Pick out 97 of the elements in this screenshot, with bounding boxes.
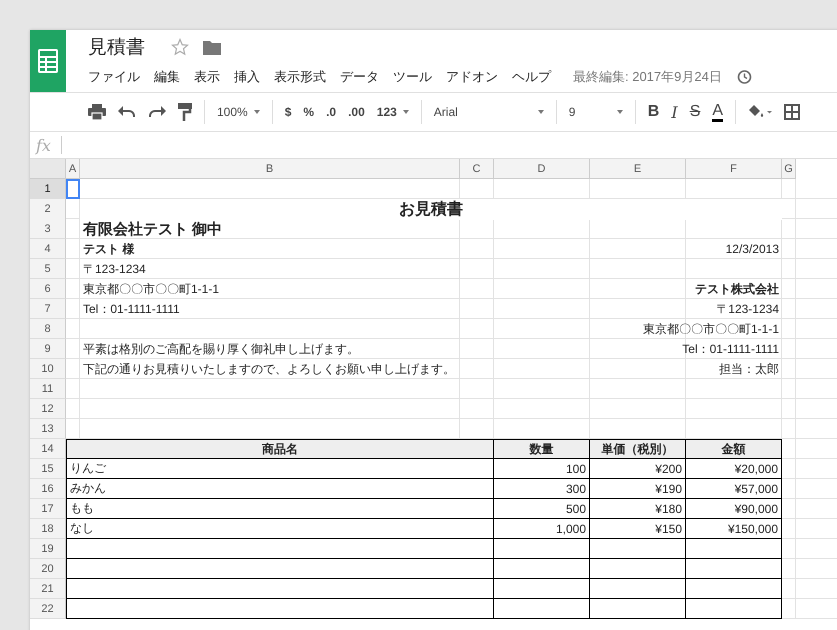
row-header[interactable]: 1 xyxy=(30,179,66,199)
history-icon[interactable] xyxy=(736,69,752,85)
table-cell: 1,000 xyxy=(494,519,590,539)
cell-text: 下記の通りお見積りいたしますので、よろしくお願い申し上げます。 xyxy=(82,360,456,378)
table-cell: ¥150,000 xyxy=(686,519,782,539)
cell-text: 〒123-1234 xyxy=(715,300,780,318)
cell-text: 平素は格別のご高配を賜り厚く御礼申し上げます。 xyxy=(82,340,360,358)
table-cell: みかん xyxy=(66,479,494,499)
redo-icon[interactable] xyxy=(148,106,166,118)
cell-text: 12/3/2013 xyxy=(724,241,780,258)
increase-decimals-button[interactable]: .00 xyxy=(348,105,365,119)
row-header[interactable]: 15 xyxy=(30,459,66,479)
italic-button[interactable]: I xyxy=(671,102,678,122)
row-header[interactable]: 13 xyxy=(30,419,66,439)
fill-color-icon[interactable] xyxy=(748,104,772,120)
table-cell: 100 xyxy=(494,459,590,479)
row-header[interactable]: 2 xyxy=(30,199,66,220)
table-cell: りんご xyxy=(66,459,494,479)
menu-item[interactable]: データ xyxy=(340,68,379,86)
menu-item[interactable]: ツール xyxy=(393,68,432,86)
column-header[interactable]: A xyxy=(66,159,80,179)
row-header[interactable]: 22 xyxy=(30,599,66,619)
menu-item[interactable]: アドオン xyxy=(446,68,498,86)
document-title[interactable]: 見積書 xyxy=(88,34,145,60)
font-dropdown[interactable]: Arial xyxy=(434,105,544,119)
sheet-title: お見積書 xyxy=(80,199,782,220)
formula-label: fx xyxy=(36,136,51,154)
table-cell: ¥150 xyxy=(590,519,686,539)
menu-item[interactable]: 挿入 xyxy=(234,68,260,86)
row-header[interactable]: 4 xyxy=(30,239,66,259)
sheets-logo-icon[interactable] xyxy=(30,30,66,92)
undo-icon[interactable] xyxy=(118,106,136,118)
text-color-button[interactable]: A xyxy=(712,102,724,122)
row-header[interactable]: 11 xyxy=(30,379,66,399)
addressee-heading: 有限会社テスト 御中 xyxy=(82,220,224,239)
row-header[interactable]: 16 xyxy=(30,479,66,499)
percent-button[interactable]: % xyxy=(303,105,314,119)
table-header: 金額 xyxy=(686,439,782,459)
table-cell: ¥57,000 xyxy=(686,479,782,499)
table-cell: ¥90,000 xyxy=(686,499,782,519)
number-format-dropdown[interactable]: 123 xyxy=(376,105,409,119)
row-header[interactable]: 19 xyxy=(30,539,66,559)
row-header[interactable]: 18 xyxy=(30,519,66,539)
column-header[interactable]: F xyxy=(686,159,782,179)
cell-text: 担当：太郎 xyxy=(718,360,780,378)
column-header[interactable]: B xyxy=(80,159,460,179)
borders-icon[interactable] xyxy=(784,104,800,120)
table-cell: ¥200 xyxy=(590,459,686,479)
cell-text: 〒123-1234 xyxy=(82,260,147,278)
row-header[interactable]: 7 xyxy=(30,299,66,319)
column-header[interactable]: D xyxy=(494,159,590,179)
paint-format-icon[interactable] xyxy=(178,103,192,121)
table-header: 単価（税別） xyxy=(590,439,686,459)
column-header[interactable]: E xyxy=(590,159,686,179)
row-header[interactable]: 12 xyxy=(30,399,66,419)
font-size-dropdown[interactable]: 9 xyxy=(568,105,623,119)
table-header: 数量 xyxy=(494,439,590,459)
bold-button[interactable]: B xyxy=(648,103,660,121)
strikethrough-button[interactable]: S xyxy=(690,103,700,121)
cell-text: テスト株式会社 xyxy=(694,280,780,298)
table-cell: 300 xyxy=(494,479,590,499)
cell-text: テスト 様 xyxy=(82,240,136,258)
cell-text: 東京都〇〇市〇〇町1-1-1 xyxy=(642,320,780,338)
cell-text: Tel：01-1111-1111 xyxy=(82,300,181,318)
menu-item[interactable]: 編集 xyxy=(154,68,180,86)
row-header[interactable]: 3 xyxy=(30,219,66,239)
table-cell: ¥180 xyxy=(590,499,686,519)
currency-button[interactable]: $ xyxy=(284,105,292,119)
menu-item[interactable]: ファイル xyxy=(88,68,140,86)
last-edit-link[interactable]: 最終編集: 2017年9月24日 xyxy=(573,68,722,86)
star-icon[interactable] xyxy=(171,38,189,56)
print-icon[interactable] xyxy=(88,104,106,120)
menu-item[interactable]: ヘルプ xyxy=(512,68,551,86)
table-cell: もも xyxy=(66,499,494,519)
menu-item[interactable]: 表示形式 xyxy=(274,68,326,86)
row-header[interactable]: 10 xyxy=(30,359,66,379)
row-header[interactable]: 20 xyxy=(30,559,66,579)
row-header[interactable]: 14 xyxy=(30,439,66,459)
column-header[interactable]: G xyxy=(782,159,796,179)
table-header: 商品名 xyxy=(66,439,494,459)
folder-icon[interactable] xyxy=(203,39,221,55)
cell-text: 東京都〇〇市〇〇町1-1-1 xyxy=(82,280,220,298)
cell-text: Tel：01-1111-1111 xyxy=(681,340,780,358)
table-cell: ¥190 xyxy=(590,479,686,499)
row-header[interactable]: 5 xyxy=(30,259,66,279)
table-cell: ¥20,000 xyxy=(686,459,782,479)
row-header[interactable]: 9 xyxy=(30,339,66,359)
row-header[interactable]: 17 xyxy=(30,499,66,519)
column-header[interactable]: C xyxy=(460,159,494,179)
menu-item[interactable]: 表示 xyxy=(194,68,220,86)
row-header[interactable]: 21 xyxy=(30,579,66,599)
table-cell: なし xyxy=(66,519,494,539)
row-header[interactable]: 6 xyxy=(30,279,66,299)
table-cell: 500 xyxy=(494,499,590,519)
decrease-decimals-button[interactable]: .0 xyxy=(326,105,336,119)
zoom-dropdown[interactable]: 100% xyxy=(217,105,260,119)
row-header[interactable]: 8 xyxy=(30,319,66,339)
